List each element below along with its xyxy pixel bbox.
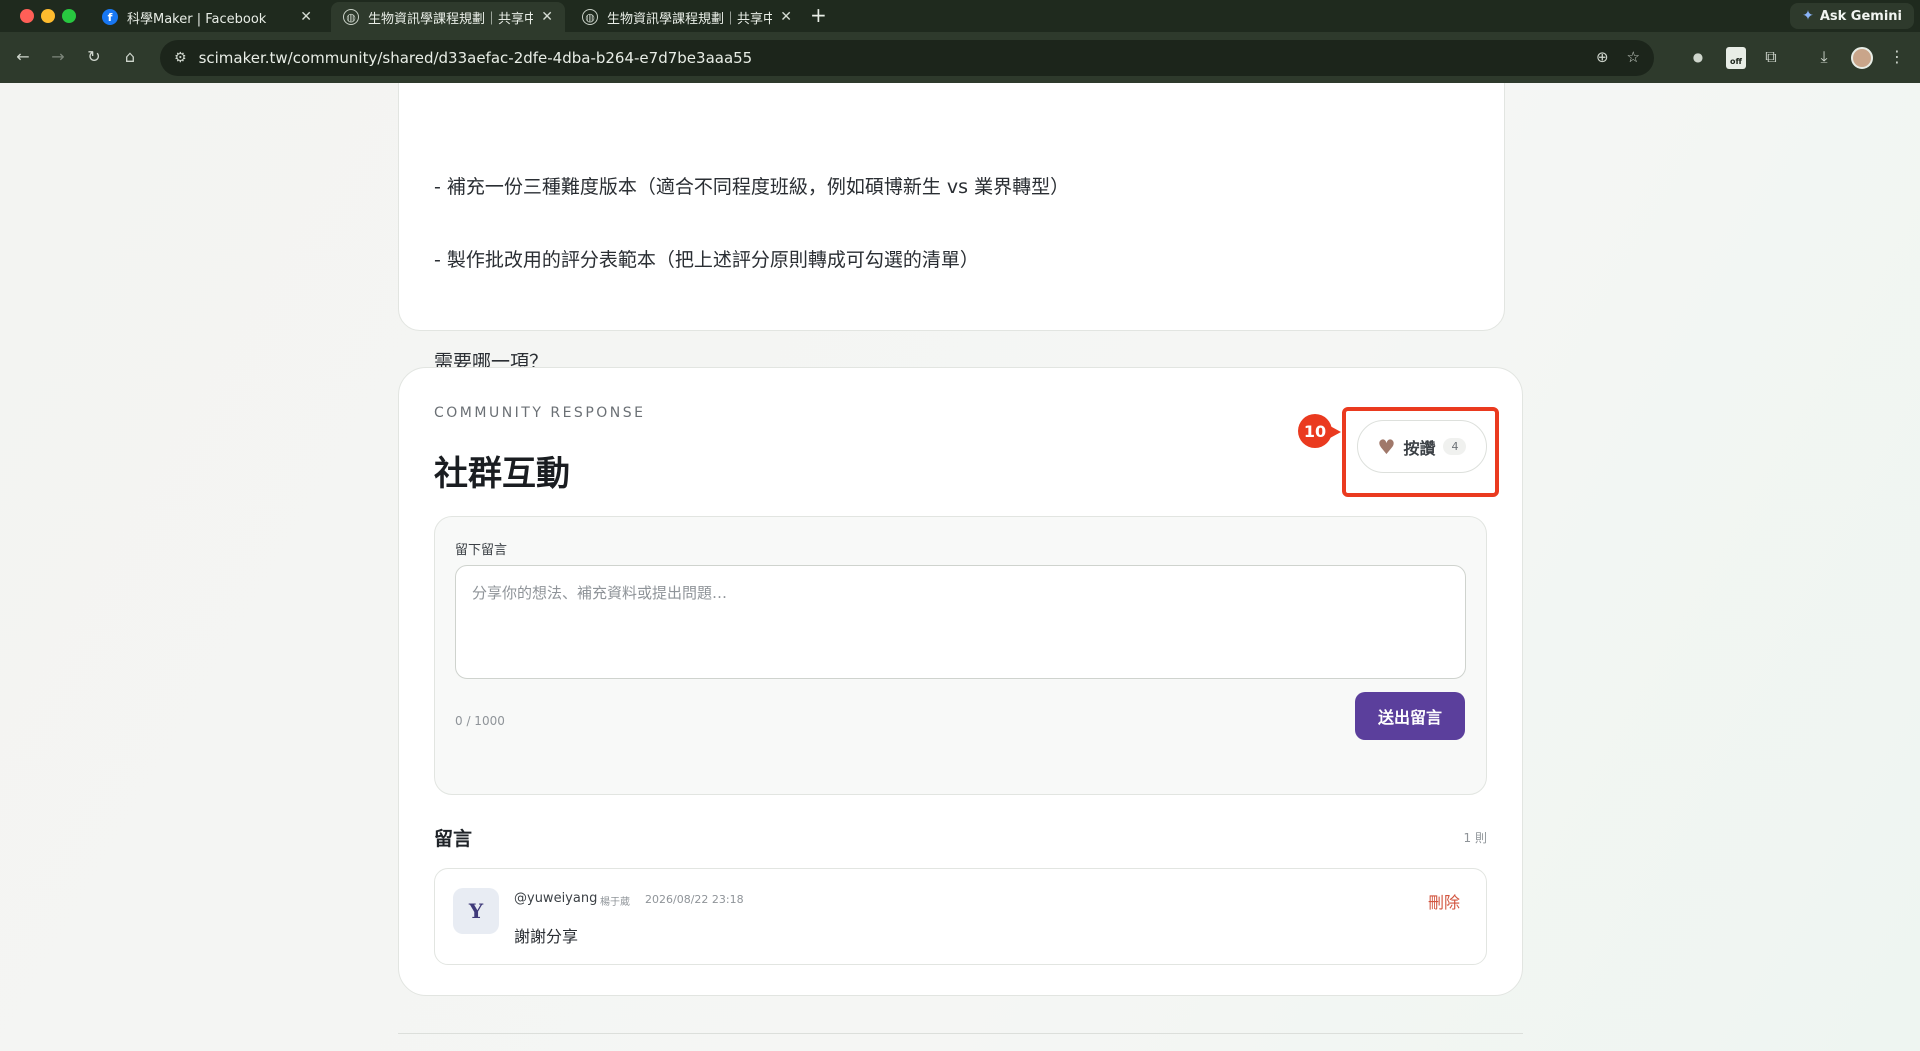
shared-content-card: - 補充一份三種難度版本（適合不同程度班級，例如碩博新生 vs 業界轉型） - … [398, 83, 1505, 373]
new-tab-button[interactable]: + [810, 5, 827, 25]
annotation-pointer [1330, 426, 1341, 438]
section-eyebrow: COMMUNITY RESPONSE [434, 405, 646, 421]
globe-icon: ◍ [582, 9, 598, 25]
community-card: COMMUNITY RESPONSE 社群互動 ♥ 按讚 4 10 留下留言 0… [398, 367, 1523, 996]
zoom-icon[interactable]: ⊕ [1596, 48, 1609, 66]
forward-arrow-icon[interactable]: → [47, 46, 69, 68]
minimize-window-button[interactable] [41, 9, 55, 23]
puzzle-extensions-icon[interactable]: ⧉ [1760, 46, 1782, 68]
avatar: Y [453, 888, 499, 934]
extension-icon[interactable]: ● [1687, 46, 1709, 68]
comment-form-label: 留下留言 [455, 543, 508, 558]
comment-display-name: 楊于葳 [600, 897, 630, 908]
tab-course-plan[interactable]: ◍ 生物資訊學課程規劃｜共享中心 ✕ [570, 2, 804, 32]
content-paragraph: - 補充一份三種難度版本（適合不同程度班級，例如碩博新生 vs 業界轉型） [434, 176, 1070, 198]
profile-avatar[interactable] [1851, 47, 1873, 69]
close-icon[interactable]: ✕ [541, 9, 553, 25]
tab-facebook[interactable]: f 科學Maker | Facebook ✕ [90, 2, 324, 32]
download-icon[interactable]: ⤓ [1813, 46, 1835, 68]
tab-title: 科學Maker | Facebook [127, 11, 267, 27]
tab-course-plan-active[interactable]: ◍ 生物資訊學課程規劃｜共享中心 ✕ [331, 2, 565, 32]
comment-username: @yuweiyang [514, 891, 598, 906]
site-settings-icon[interactable]: ⚙ [174, 50, 187, 66]
tab-title: 生物資訊學課程規劃｜共享中心 [368, 11, 534, 27]
page-content: - 補充一份三種難度版本（適合不同程度班級，例如碩博新生 vs 業界轉型） - … [0, 83, 1920, 1051]
browser-tab-strip: f 科學Maker | Facebook ✕ ◍ 生物資訊學課程規劃｜共享中心 … [0, 0, 1920, 32]
comment-timestamp: 2026/08/22 23:18 [645, 893, 744, 906]
reload-icon[interactable]: ↻ [83, 46, 105, 68]
maximize-window-button[interactable] [62, 9, 76, 23]
globe-icon: ◍ [343, 9, 359, 25]
home-icon[interactable]: ⌂ [119, 46, 141, 68]
facebook-icon: f [102, 9, 118, 25]
comments-heading: 留言 [434, 828, 473, 850]
kebab-menu-icon[interactable]: ⋮ [1886, 46, 1908, 68]
browser-toolbar: ← → ↻ ⌂ ⚙ scimaker.tw/community/shared/d… [0, 32, 1920, 83]
bookmark-star-icon[interactable]: ☆ [1627, 48, 1640, 66]
character-counter: 0 / 1000 [455, 714, 505, 728]
delete-comment-button[interactable]: 刪除 [1428, 889, 1460, 913]
content-paragraph: - 製作批改用的評分表範本（把上述評分原則轉成可勾選的清單） [434, 249, 979, 271]
submit-comment-button[interactable]: 送出留言 [1355, 692, 1465, 740]
extension-off-icon[interactable]: off [1726, 47, 1746, 69]
close-icon[interactable]: ✕ [780, 9, 792, 25]
address-bar[interactable]: ⚙ scimaker.tw/community/shared/d33aefac-… [160, 40, 1654, 76]
comment-input[interactable] [455, 565, 1466, 679]
divider [398, 1033, 1523, 1034]
close-icon[interactable]: ✕ [300, 9, 312, 25]
annotation-highlight-box [1342, 407, 1499, 497]
close-window-button[interactable] [20, 9, 34, 23]
sparkle-icon: ✦ [1802, 8, 1814, 24]
back-arrow-icon[interactable]: ← [12, 46, 34, 68]
tab-title: 生物資訊學課程規劃｜共享中心 [607, 11, 773, 27]
annotation-number-badge: 10 [1298, 414, 1332, 448]
url-text: scimaker.tw/community/shared/d33aefac-2d… [198, 49, 753, 67]
comment-item: Y @yuweiyang 楊于葳 2026/08/22 23:18 謝謝分享 刪… [434, 868, 1487, 965]
ask-gemini-button[interactable]: ✦ Ask Gemini [1790, 3, 1914, 29]
ask-gemini-label: Ask Gemini [1819, 8, 1902, 24]
section-title: 社群互動 [434, 454, 570, 494]
comments-count: 1 則 [1463, 831, 1487, 845]
comment-form: 留下留言 0 / 1000 送出留言 [434, 516, 1487, 795]
comment-text: 謝謝分享 [514, 927, 579, 946]
